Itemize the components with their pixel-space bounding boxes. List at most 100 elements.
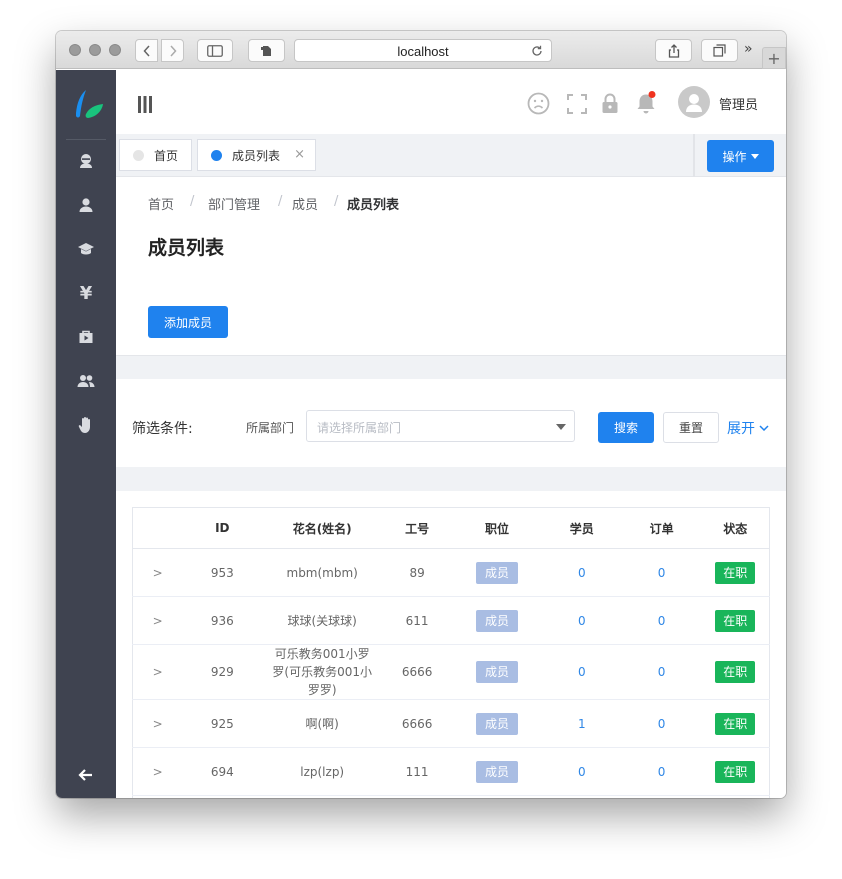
close-icon[interactable]: ×: [294, 147, 305, 162]
chevron-right-icon: [169, 44, 177, 57]
expand-row-cell[interactable]: >: [132, 644, 183, 700]
orders-column-header: 订单: [621, 507, 702, 549]
dept-select[interactable]: 请选择所属部门: [306, 410, 575, 442]
share-button[interactable]: [655, 39, 692, 62]
students-link[interactable]: 0: [578, 614, 586, 628]
expand-link[interactable]: 展开: [727, 418, 769, 438]
address-bar[interactable]: localhost: [294, 39, 552, 62]
sidebar-divider: [66, 139, 106, 140]
orders-link[interactable]: 0: [658, 566, 666, 580]
breadcrumb-separator: /: [278, 194, 283, 209]
sidebar-icon: [207, 44, 223, 57]
back-button[interactable]: [135, 39, 158, 62]
id-column-header: ID: [182, 507, 263, 549]
menu-icon[interactable]: [137, 96, 153, 113]
dashboard-icon[interactable]: [76, 151, 96, 171]
sidebar-toggle-button[interactable]: [197, 39, 233, 62]
table-row[interactable]: >936 球球(关球球) 611 成员 0 0 在职: [132, 596, 770, 645]
status-cell: 在职: [701, 644, 770, 700]
briefcase-icon[interactable]: [76, 327, 96, 347]
emp-no-column-header: 工号: [382, 507, 453, 549]
orders-link[interactable]: 0: [658, 665, 666, 679]
orders-link[interactable]: 0: [658, 717, 666, 731]
expand-row-cell[interactable]: >: [132, 795, 183, 798]
graduation-icon[interactable]: [76, 239, 96, 259]
user-name[interactable]: 管理员: [719, 94, 758, 113]
expand-row-cell[interactable]: >: [132, 747, 183, 796]
expand-row-cell[interactable]: >: [132, 596, 183, 645]
main-content: 首页 / 部门管理 / 成员 / 成员列表 成员列表 添加成员 筛选条件: 所属…: [116, 178, 786, 798]
chevron-right-icon[interactable]: >: [153, 717, 163, 731]
chevron-down-icon: [759, 425, 769, 431]
table-row[interactable]: >929 可乐教务001小罗罗(可乐教务001小罗罗) 6666 成员 0 0 在职: [132, 644, 770, 700]
zoom-window-button[interactable]: [109, 44, 121, 56]
name-cell: 可乐是电销3号小罗罗(可乐是: [262, 795, 383, 798]
table-row[interactable]: >953 mbm(mbm) 89 成员 0 0 在职: [132, 548, 770, 597]
name-cell: mbm(mbm): [262, 548, 383, 597]
orders-link[interactable]: 0: [658, 614, 666, 628]
position-cell: 成员: [452, 795, 542, 798]
yen-icon[interactable]: ¥: [76, 283, 96, 304]
back-arrow-icon[interactable]: [76, 765, 96, 785]
operation-dropdown-button[interactable]: 操作: [707, 140, 774, 172]
breadcrumb-home[interactable]: 首页: [148, 194, 174, 213]
reset-button[interactable]: 重置: [663, 412, 719, 443]
fullscreen-icon[interactable]: [567, 94, 587, 114]
students-link[interactable]: 0: [578, 765, 586, 779]
avatar[interactable]: [678, 86, 710, 118]
students-link[interactable]: 0: [578, 665, 586, 679]
browser-toolbar: localhost » +: [56, 31, 786, 69]
expand-row-cell[interactable]: >: [132, 548, 183, 597]
students-link[interactable]: 0: [578, 566, 586, 580]
tabs-icon: [713, 44, 726, 57]
tab-home[interactable]: 首页: [119, 139, 192, 171]
id-cell: 936: [182, 596, 263, 645]
id-cell: 925: [182, 699, 263, 748]
status-column-header: 状态: [701, 507, 770, 549]
app-logo[interactable]: [69, 89, 105, 121]
add-member-button[interactable]: 添加成员: [148, 306, 228, 338]
expand-row-cell[interactable]: >: [132, 699, 183, 748]
breadcrumb-member[interactable]: 成员: [292, 194, 318, 213]
tabs-overview-button[interactable]: [701, 39, 738, 62]
position-tag: 成员: [475, 609, 518, 632]
position-cell: 成员: [452, 747, 542, 796]
lock-icon[interactable]: [601, 93, 619, 114]
user-icon[interactable]: [76, 195, 96, 215]
hand-icon[interactable]: [76, 415, 96, 435]
name-cell: 可乐教务001小罗罗(可乐教务001小罗罗): [262, 644, 383, 700]
status-badge: 在职: [715, 760, 756, 783]
forward-button[interactable]: [161, 39, 184, 62]
dept-select-placeholder: 请选择所属部门: [317, 421, 402, 435]
chevron-left-icon: [142, 44, 150, 57]
table-row[interactable]: >694 lzp(lzp) 111 成员 0 0 在职: [132, 747, 770, 796]
search-button[interactable]: 搜索: [598, 412, 654, 443]
tab-label: 首页: [154, 148, 179, 163]
id-cell: 920: [182, 795, 263, 798]
member-table: ID 花名(姓名) 工号 职位 学员 订单 状态 >953 mbm(mbm) 89 成…: [132, 507, 770, 798]
expand-column-header: [132, 507, 183, 549]
position-cell: 成员: [452, 644, 542, 700]
chevron-right-icon[interactable]: >: [153, 614, 163, 628]
orders-link[interactable]: 0: [658, 765, 666, 779]
minimize-window-button[interactable]: [89, 44, 101, 56]
students-link[interactable]: 1: [578, 717, 586, 731]
more-chevrons-icon[interactable]: »: [744, 41, 753, 57]
new-tab-button[interactable]: +: [762, 47, 786, 69]
breadcrumb-dept[interactable]: 部门管理: [208, 194, 260, 213]
bell-icon[interactable]: [636, 91, 658, 115]
table-row[interactable]: >925 啊(啊) 6666 成员 1 0 在职: [132, 699, 770, 748]
team-icon[interactable]: [76, 371, 96, 391]
tab-member-list[interactable]: 成员列表 ×: [197, 139, 316, 171]
chevron-right-icon[interactable]: >: [153, 665, 163, 679]
extension-button[interactable]: [248, 39, 285, 62]
chevron-right-icon[interactable]: >: [153, 765, 163, 779]
orders-cell: 0: [621, 548, 702, 597]
table-body: >953 mbm(mbm) 89 成员 0 0 在职 >936 球球(关球球) 611 成员 0 0 在职…: [132, 548, 770, 798]
close-window-button[interactable]: [69, 44, 81, 56]
status-badge: 在职: [715, 609, 756, 632]
face-icon[interactable]: [527, 92, 550, 115]
chevron-right-icon[interactable]: >: [153, 566, 163, 580]
table-row[interactable]: >920可乐是电销3号小罗罗(可乐是5555成员00离职: [132, 795, 770, 798]
position-tag: 成员: [475, 712, 518, 735]
